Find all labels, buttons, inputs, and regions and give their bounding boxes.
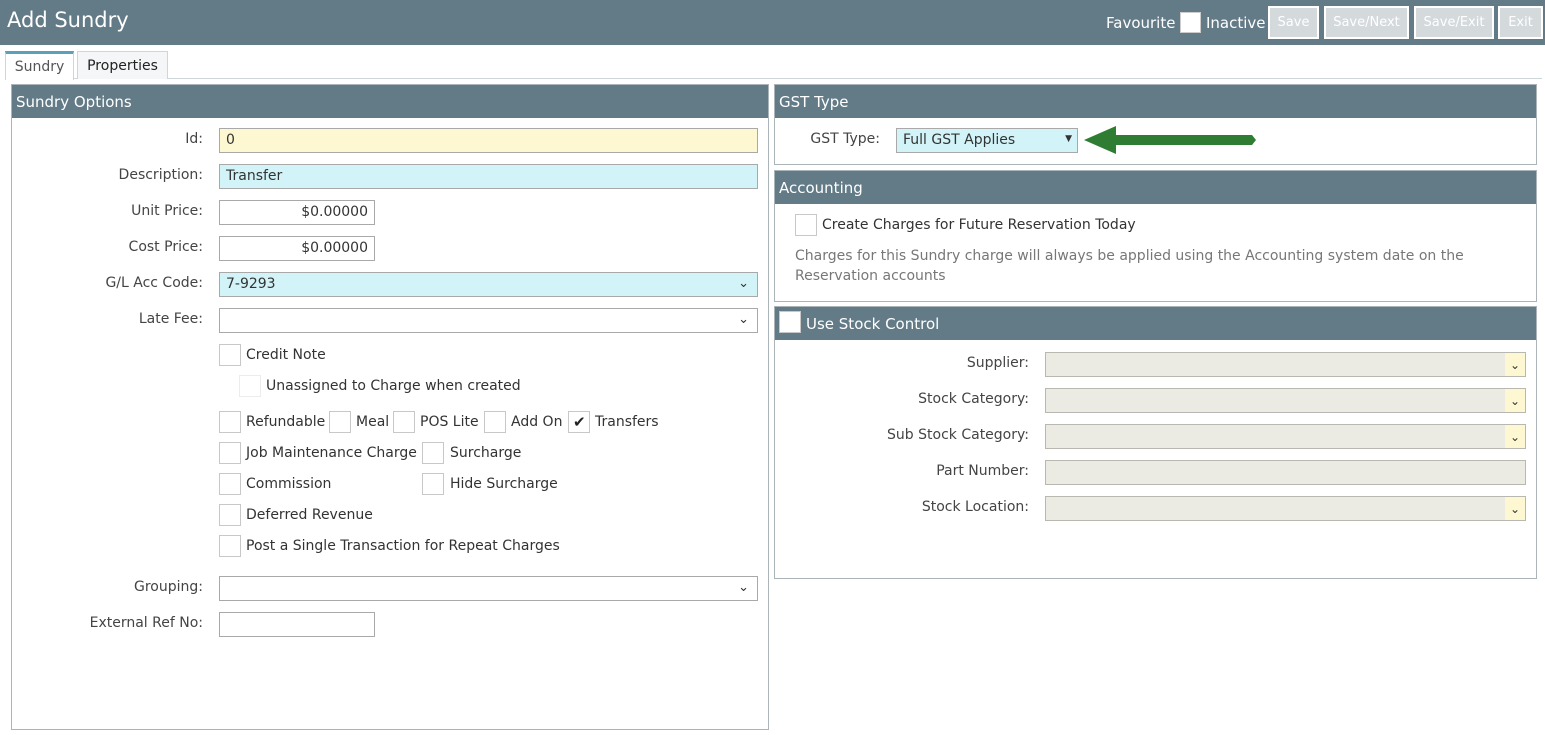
part-number-field[interactable] [1045,460,1526,485]
favourite-label: Favourite [1106,14,1176,32]
grouping-label: Grouping: [134,579,203,595]
meal-label: Meal [356,414,390,430]
inactive-label: Inactive [1206,14,1266,32]
stock-control-title: Use Stock Control [775,307,1536,340]
checkmark-icon: ✔ [573,413,586,431]
gl-acc-code-value: 7-9293 [226,276,276,292]
sub-stock-category-label: Sub Stock Category: [887,427,1029,443]
external-ref-field[interactable] [219,612,375,637]
late-fee-select[interactable]: ⌄ [219,308,758,333]
add-on-label: Add On [511,414,563,430]
accounting-title: Accounting [775,171,1536,204]
credit-note-checkbox[interactable] [219,344,241,366]
surcharge-label: Surcharge [450,445,522,461]
post-single-checkbox[interactable] [219,535,241,557]
save-exit-button[interactable]: Save/Exit [1414,6,1494,39]
cost-price-label: Cost Price: [128,239,203,255]
deferred-revenue-label: Deferred Revenue [246,507,373,523]
use-stock-control-checkbox[interactable] [779,311,801,333]
create-charges-label: Create Charges for Future Reservation To… [822,217,1136,233]
add-on-checkbox[interactable] [484,411,506,433]
gst-type-title: GST Type [775,85,1536,118]
refundable-checkbox[interactable] [219,411,241,433]
chevron-down-icon: ⌄ [1505,353,1525,376]
job-maintenance-checkbox[interactable] [219,442,241,464]
surcharge-checkbox[interactable] [422,442,444,464]
page-title: Add Sundry [7,8,129,32]
chevron-down-icon: ⌄ [738,312,749,327]
refundable-label: Refundable [246,414,326,430]
unassigned-label: Unassigned to Charge when created [266,378,521,394]
commission-label: Commission [246,476,332,492]
late-fee-label: Late Fee: [138,311,203,327]
meal-checkbox[interactable] [329,411,351,433]
job-maintenance-label: Job Maintenance Charge [246,445,417,461]
gst-type-label: GST Type: [810,131,880,147]
part-number-label: Part Number: [936,463,1029,479]
stock-location-select[interactable]: ⌄ [1045,496,1526,521]
hide-surcharge-label: Hide Surcharge [450,476,558,492]
pos-lite-label: POS Lite [420,414,479,430]
deferred-revenue-checkbox[interactable] [219,504,241,526]
post-single-label: Post a Single Transaction for Repeat Cha… [246,538,560,554]
grouping-select[interactable]: ⌄ [219,576,758,601]
chevron-down-icon: ⌄ [1505,497,1525,520]
inactive-checkbox[interactable] [1180,12,1201,33]
tab-sundry[interactable]: Sundry [5,51,74,80]
exit-button[interactable]: Exit [1498,6,1543,39]
triangle-down-icon: ▼ [1065,134,1072,144]
description-field[interactable]: Transfer [219,164,758,189]
commission-checkbox[interactable] [219,473,241,495]
id-field[interactable]: 0 [219,128,758,153]
stock-category-label: Stock Category: [918,391,1029,407]
header-bar: Add Sundry Favourite Inactive Save Save/… [0,0,1545,45]
gl-acc-code-select[interactable]: 7-9293 ⌄ [219,272,758,297]
create-charges-checkbox[interactable] [795,214,817,236]
green-arrow-icon [1084,126,1256,154]
supplier-label: Supplier: [966,355,1029,371]
gst-type-select[interactable]: Full GST Applies ▼ [896,128,1078,153]
stock-category-select[interactable]: ⌄ [1045,388,1526,413]
chevron-down-icon: ⌄ [738,580,749,595]
id-label: Id: [185,131,203,147]
unassigned-checkbox[interactable] [239,375,261,397]
hide-surcharge-checkbox[interactable] [422,473,444,495]
external-ref-label: External Ref No: [89,615,203,631]
accounting-note-line1: Charges for this Sundry charge will alwa… [795,248,1464,264]
tab-strip-line [5,78,1542,79]
save-next-button[interactable]: Save/Next [1324,6,1409,39]
transfers-label: Transfers [595,414,659,430]
gl-acc-code-label: G/L Acc Code: [105,275,203,291]
transfers-checkbox[interactable]: ✔ [568,411,590,433]
accounting-note-line2: Reservation accounts [795,268,946,284]
credit-note-label: Credit Note [246,347,326,363]
chevron-down-icon: ⌄ [1505,425,1525,448]
pos-lite-checkbox[interactable] [393,411,415,433]
save-button[interactable]: Save [1268,6,1319,39]
sub-stock-category-select[interactable]: ⌄ [1045,424,1526,449]
unit-price-field[interactable]: $0.00000 [219,200,375,225]
chevron-down-icon: ⌄ [738,276,749,291]
sundry-options-title: Sundry Options [12,85,768,118]
stock-location-label: Stock Location: [921,499,1029,515]
chevron-down-icon: ⌄ [1505,389,1525,412]
supplier-select[interactable]: ⌄ [1045,352,1526,377]
gst-type-value: Full GST Applies [903,132,1016,148]
description-label: Description: [118,167,203,183]
tab-properties[interactable]: Properties [77,51,168,79]
cost-price-field[interactable]: $0.00000 [219,236,375,261]
unit-price-label: Unit Price: [131,203,203,219]
